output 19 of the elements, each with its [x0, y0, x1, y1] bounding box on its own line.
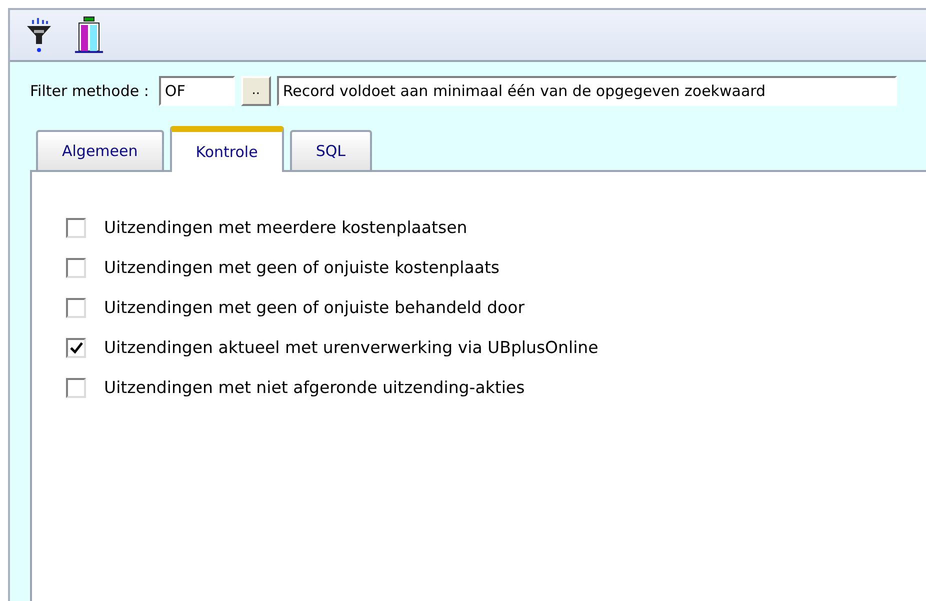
tab[interactable]: Algemeen: [36, 130, 164, 170]
checkbox[interactable]: [66, 218, 86, 238]
filter-method-field[interactable]: OF: [158, 76, 235, 106]
columns-icon[interactable]: [74, 16, 104, 54]
checkbox[interactable]: [66, 298, 86, 318]
tab[interactable]: Kontrole: [170, 126, 284, 172]
checkbox[interactable]: [66, 378, 86, 398]
browse-button[interactable]: ..: [240, 76, 271, 106]
checkbox[interactable]: [66, 338, 86, 358]
checkbox-label: Uitzendingen aktueel met urenverwerking via UBplusOnline: [104, 336, 598, 359]
filter-icon[interactable]: [26, 18, 52, 52]
checkbox[interactable]: [66, 258, 86, 278]
checkbox-label: Uitzendingen met meerdere kostenplaatsen: [104, 216, 468, 239]
filter-method-label: Filter methode :: [30, 80, 149, 102]
checkbox-label: Uitzendingen met niet afgeronde uitzending-akties: [104, 376, 525, 399]
description-field[interactable]: Record voldoet aan minimaal één van de opgegeven zoekwaard: [276, 76, 897, 106]
checkbox-label: Uitzendingen met geen of onjuiste behandeld door: [104, 296, 524, 319]
tab[interactable]: SQL: [290, 130, 372, 170]
checkbox-label: Uitzendingen met geen of onjuiste kostenplaats: [104, 256, 500, 279]
